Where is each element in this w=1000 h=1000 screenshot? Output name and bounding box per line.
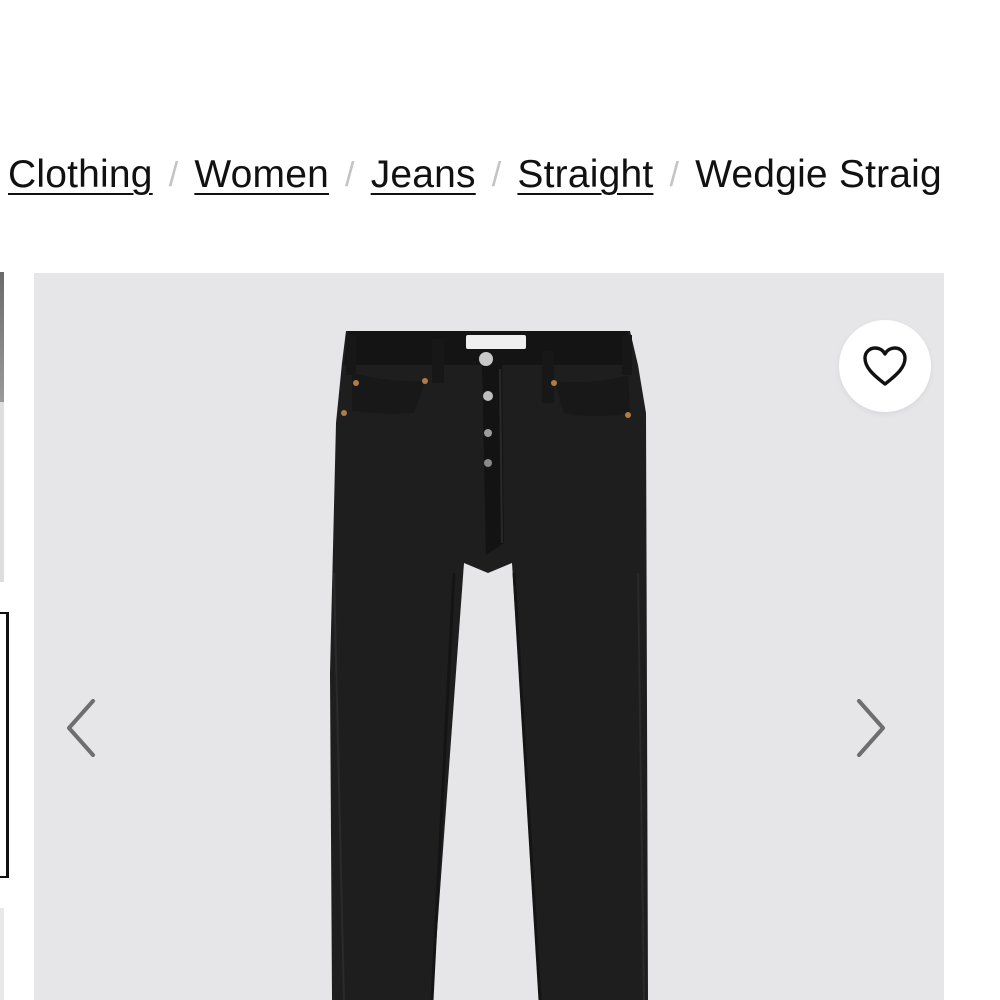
breadcrumb-separator: /: [345, 155, 355, 194]
thumbnail-4[interactable]: [0, 908, 4, 1000]
breadcrumb-separator: /: [168, 155, 179, 194]
breadcrumb-separator: /: [669, 155, 680, 194]
breadcrumb-link-jeans[interactable]: Jeans: [371, 153, 476, 197]
breadcrumb: Clothing / Women / Jeans / Straight / We…: [8, 150, 942, 200]
product-page: Clothing / Women / Jeans / Straight / We…: [0, 0, 1000, 1000]
chevron-left-icon: [67, 699, 95, 757]
breadcrumb-link-women[interactable]: Women: [194, 153, 329, 197]
carousel-next-button[interactable]: [846, 693, 896, 763]
thumbnail-selected[interactable]: [0, 612, 9, 878]
chevron-right-icon: [857, 699, 885, 757]
breadcrumb-link-clothing[interactable]: Clothing: [8, 153, 153, 197]
thumbnail-2[interactable]: [0, 402, 4, 582]
breadcrumb-current: Wedgie Straig: [695, 153, 942, 196]
carousel-prev-button[interactable]: [56, 693, 106, 763]
product-image-panel: [34, 273, 944, 1000]
breadcrumb-separator: /: [491, 155, 502, 194]
product-image-jeans: [330, 331, 648, 1000]
breadcrumb-link-straight[interactable]: Straight: [517, 153, 653, 197]
wishlist-button[interactable]: [839, 320, 931, 412]
heart-icon: [863, 346, 907, 386]
thumbnail-1[interactable]: [0, 272, 4, 402]
